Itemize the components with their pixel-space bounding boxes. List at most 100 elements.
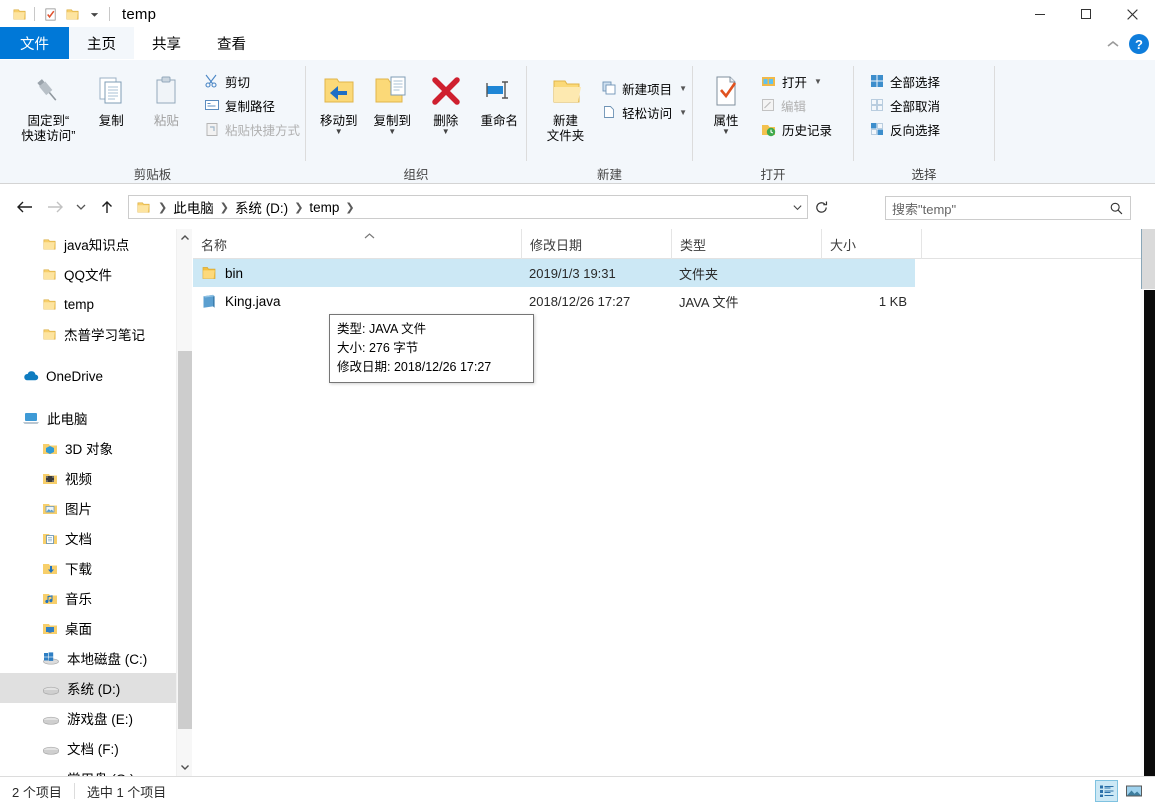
sidebar-item-jiepu-notes[interactable]: 杰普学习笔记 xyxy=(0,319,192,349)
sidebar-item-documents[interactable]: 文档 xyxy=(0,523,192,553)
sidebar-item-pictures[interactable]: 图片 xyxy=(0,493,192,523)
recent-chevron-icon[interactable] xyxy=(70,192,92,222)
divider xyxy=(34,7,35,21)
easy-access-label: 轻松访问 xyxy=(622,106,673,121)
cut-button[interactable]: 剪切 xyxy=(199,69,305,93)
table-row[interactable]: King.java 2018/12/26 17:27 JAVA 文件 1 KB xyxy=(193,287,915,315)
copy-button[interactable]: 复制 xyxy=(85,66,138,129)
history-button[interactable]: 历史记录 xyxy=(755,117,837,141)
chevron-down-icon[interactable]: ▼ xyxy=(814,77,822,86)
properties-checklist-icon[interactable] xyxy=(39,3,61,25)
paste-shortcut-button[interactable]: 粘贴快捷方式 xyxy=(199,117,305,141)
delete-button[interactable]: 删除 ▼ xyxy=(419,66,473,136)
breadcrumb-separator: ❯ xyxy=(294,201,304,214)
sidebar-item-label: 文档 (F:) xyxy=(67,742,119,757)
sidebar-item-temp[interactable]: temp xyxy=(0,289,192,319)
chevron-down-icon[interactable]: ▼ xyxy=(335,127,343,136)
table-row[interactable]: bin 2019/1/3 19:31 文件夹 xyxy=(193,259,915,287)
up-arrow-icon[interactable] xyxy=(92,192,122,222)
sidebar-scrollbar[interactable] xyxy=(176,229,192,776)
column-header-date-modified[interactable]: 修改日期 xyxy=(521,229,671,259)
column-header-type[interactable]: 类型 xyxy=(671,229,821,259)
sidebar-item-documents-f[interactable]: 文档 (F:) xyxy=(0,733,192,763)
chevron-down-icon[interactable]: ▼ xyxy=(679,84,687,93)
help-icon[interactable]: ? xyxy=(1129,34,1149,54)
chevron-down-icon[interactable]: ▼ xyxy=(679,108,687,117)
back-arrow-icon[interactable] xyxy=(10,192,40,222)
select-none-button[interactable]: 全部取消 xyxy=(864,93,945,117)
sidebar-scrollbar-thumb[interactable] xyxy=(178,351,192,729)
sidebar-item-onedrive[interactable]: OneDrive xyxy=(0,361,192,391)
file-type-cell: JAVA 文件 xyxy=(679,294,739,310)
tab-view[interactable]: 查看 xyxy=(199,27,264,59)
chevron-down-icon[interactable]: ▼ xyxy=(442,127,450,136)
dropdown-caret-icon[interactable] xyxy=(83,3,105,25)
sidebar-item-this-pc[interactable]: 此电脑 xyxy=(0,403,192,433)
move-to-button[interactable]: 移动到 ▼ xyxy=(312,66,366,136)
edit-label: 编辑 xyxy=(781,99,807,114)
chevron-up-icon[interactable] xyxy=(177,229,193,247)
sidebar-item-common-g[interactable]: 常用盘 (G:) xyxy=(0,763,192,776)
sidebar-item-label: 图片 xyxy=(65,502,92,517)
address-path-field[interactable]: ❯ 此电脑 ❯ 系统 (D:) ❯ temp ❯ xyxy=(128,195,808,219)
invert-selection-button[interactable]: 反向选择 xyxy=(864,117,945,141)
chevron-down-icon[interactable]: ▼ xyxy=(388,127,396,136)
file-date-cell: 2019/1/3 19:31 xyxy=(529,265,616,281)
rename-button[interactable]: 重命名 xyxy=(473,66,527,129)
paste-button[interactable]: 粘贴 xyxy=(140,66,193,129)
column-header-name[interactable]: 名称 xyxy=(193,229,521,259)
windows-drive-icon xyxy=(42,651,60,666)
search-icon[interactable] xyxy=(1109,201,1124,216)
breadcrumb-item-drive-d[interactable]: 系统 (D:) xyxy=(231,196,292,218)
sidebar-item-games-e[interactable]: 游戏盘 (E:) xyxy=(0,703,192,733)
tab-share[interactable]: 共享 xyxy=(134,27,199,59)
column-header-size[interactable]: 大小 xyxy=(821,229,921,259)
chevron-down-icon[interactable] xyxy=(787,196,807,218)
chevron-down-icon[interactable]: ▼ xyxy=(722,127,730,136)
sidebar-item-java-notes[interactable]: java知识点 xyxy=(0,229,192,259)
large-icons-view-icon[interactable] xyxy=(1122,780,1145,802)
chevron-up-icon[interactable] xyxy=(1105,39,1121,49)
refresh-icon[interactable] xyxy=(808,195,834,219)
copy-to-button[interactable]: 复制到 ▼ xyxy=(366,66,420,136)
copy-path-button[interactable]: 复制路径 xyxy=(199,93,305,117)
sidebar-item-videos[interactable]: 视频 xyxy=(0,463,192,493)
search-input[interactable]: 搜索"temp" xyxy=(885,196,1131,220)
maximize-button[interactable] xyxy=(1063,0,1109,28)
easy-access-button[interactable]: 轻松访问 ▼ xyxy=(596,100,692,124)
open-button[interactable]: 打开 ▼ xyxy=(755,69,837,93)
sidebar-item-desktop[interactable]: 桌面 xyxy=(0,613,192,643)
pin-to-quick-access-button[interactable]: 固定到“ 快速访问” xyxy=(14,66,83,144)
sidebar-item-downloads[interactable]: 下载 xyxy=(0,553,192,583)
file-date-cell: 2018/12/26 17:27 xyxy=(529,293,631,309)
select-all-button[interactable]: 全部选择 xyxy=(864,69,945,93)
group-label-select: 选择 xyxy=(911,167,937,182)
forward-arrow-icon[interactable] xyxy=(40,192,70,222)
history-label: 历史记录 xyxy=(782,123,833,138)
edit-button[interactable]: 编辑 xyxy=(755,93,837,117)
sidebar-item-3d-objects[interactable]: 3D 对象 xyxy=(0,433,192,463)
minimize-button[interactable] xyxy=(1017,0,1063,28)
column-header-spacer[interactable] xyxy=(921,229,941,259)
select-all-label: 全部选择 xyxy=(890,75,941,90)
copy-path-icon xyxy=(204,97,220,113)
chevron-down-icon[interactable] xyxy=(177,758,193,776)
new-folder-button[interactable]: 新建 文件夹 xyxy=(539,66,592,144)
properties-button[interactable]: 属性 ▼ xyxy=(703,66,749,136)
folder-icon[interactable] xyxy=(8,3,30,25)
right-scroll-top[interactable] xyxy=(1141,229,1155,289)
properties-icon xyxy=(710,70,742,112)
sidebar-item-music[interactable]: 音乐 xyxy=(0,583,192,613)
sidebar-item-system-d[interactable]: 系统 (D:) xyxy=(0,673,192,703)
tab-file[interactable]: 文件 xyxy=(0,27,69,59)
breadcrumb-item-temp[interactable]: temp xyxy=(305,196,343,218)
breadcrumb-item-this-pc[interactable]: 此电脑 xyxy=(169,196,218,218)
details-view-icon[interactable] xyxy=(1095,780,1118,802)
sidebar-item-qq-files[interactable]: QQ文件 xyxy=(0,259,192,289)
folder-icon[interactable] xyxy=(61,3,83,25)
tab-home[interactable]: 主页 xyxy=(69,27,134,59)
close-button[interactable] xyxy=(1109,0,1155,28)
sidebar-item-local-disk-c[interactable]: 本地磁盘 (C:) xyxy=(0,643,192,673)
new-item-button[interactable]: 新建项目 ▼ xyxy=(596,76,692,100)
folder-icon xyxy=(42,237,57,252)
